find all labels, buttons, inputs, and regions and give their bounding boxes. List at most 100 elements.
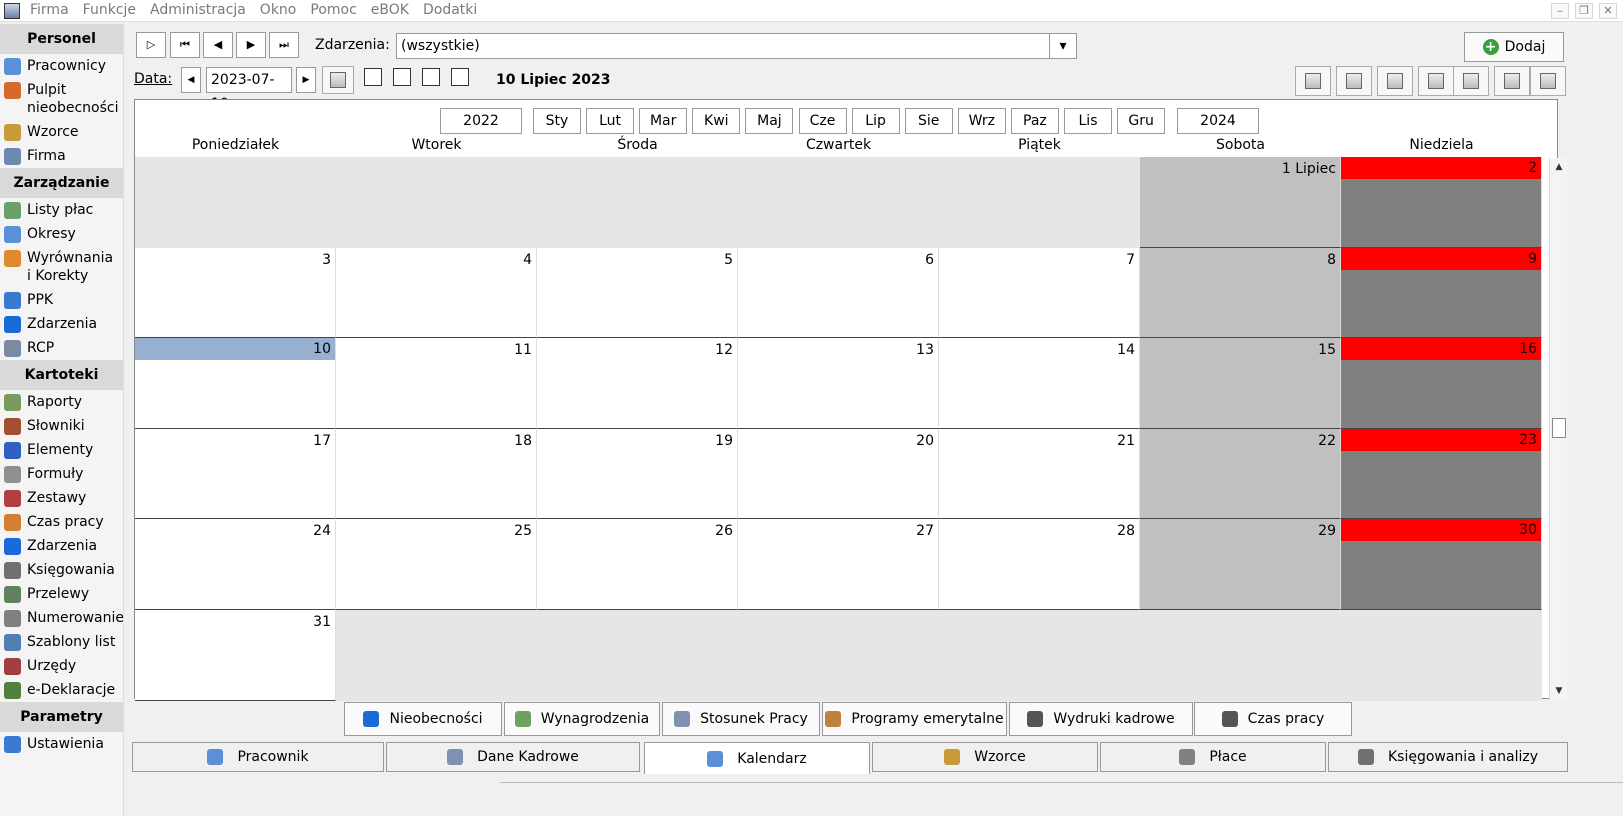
tool-calendar-button[interactable] [1295, 66, 1331, 96]
calendar-day-cell[interactable]: 30 [1341, 519, 1542, 610]
month-button[interactable]: Sie [904, 108, 953, 134]
month-button[interactable]: Lip [851, 108, 900, 134]
subtab-button[interactable]: Programy emerytalne [822, 702, 1007, 736]
month-button[interactable]: Cze [798, 108, 847, 134]
tool-edit-button[interactable] [1336, 66, 1372, 96]
calendar-day-cell[interactable]: 25 [336, 519, 537, 610]
minimize-icon[interactable]: ‒ [1551, 3, 1569, 19]
tab-0[interactable]: Pracownik [132, 742, 384, 772]
tool-search-button[interactable] [1377, 66, 1413, 96]
sidebar-item[interactable]: Wyrównania i Korekty [0, 246, 123, 288]
prev-button[interactable]: ◀ [203, 32, 233, 58]
sidebar-item[interactable]: Szablony list [0, 630, 123, 654]
calendar-day-cell[interactable]: 5 [537, 247, 738, 339]
events-select[interactable]: (wszystkie) [396, 33, 1050, 59]
calendar-day-cell[interactable]: 4 [336, 247, 537, 339]
month-button[interactable]: Maj [745, 108, 794, 134]
tab-2[interactable]: Kalendarz [644, 742, 870, 774]
calendar-scrollbar[interactable]: ▲ ▼ [1549, 158, 1567, 700]
calendar-day-cell[interactable]: 28 [939, 519, 1140, 610]
sidebar-item[interactable]: Okresy [0, 222, 123, 246]
calendar-day-cell[interactable]: 7 [939, 247, 1140, 339]
restore-icon[interactable]: ❐ [1575, 3, 1593, 19]
sidebar-item[interactable]: Formuły [0, 462, 123, 486]
month-view-icon[interactable] [422, 68, 440, 86]
subtab-button[interactable]: Wynagrodzenia [504, 702, 660, 736]
subtab-button[interactable]: Nieobecności [344, 702, 502, 736]
calendar-day-cell[interactable]: 18 [336, 428, 537, 520]
menu-4[interactable]: Pomoc [310, 2, 356, 18]
sidebar-item[interactable]: Słowniki [0, 414, 123, 438]
prev-year-button[interactable]: 2022 [440, 108, 522, 134]
calendar-day-cell[interactable]: 22 [1140, 428, 1341, 520]
sidebar-item[interactable]: Raporty [0, 390, 123, 414]
menu-3[interactable]: Okno [260, 2, 297, 18]
sidebar-item[interactable]: Zestawy [0, 486, 123, 510]
date-input[interactable]: 2023-07-10 [206, 67, 292, 112]
next-year-button[interactable]: 2024 [1177, 108, 1259, 134]
calendar-day-cell[interactable]: 8 [1140, 247, 1341, 339]
week-view-icon[interactable] [393, 68, 411, 86]
sidebar-item[interactable]: e-Deklaracje [0, 678, 123, 702]
sidebar-item[interactable]: Czas pracy [0, 510, 123, 534]
sidebar-item[interactable]: Przelewy [0, 582, 123, 606]
play-button[interactable]: ▷ [136, 32, 166, 58]
month-button[interactable]: Lis [1064, 108, 1112, 134]
sidebar-item[interactable]: Firma [0, 144, 123, 168]
tab-1[interactable]: Dane Kadrowe [386, 742, 640, 772]
sidebar-item[interactable]: Pracownicy [0, 54, 123, 78]
tab-4[interactable]: Płace [1100, 742, 1326, 772]
sidebar-item[interactable]: Numerowanie [0, 606, 123, 630]
sidebar-item[interactable]: Pulpit nieobecności [0, 78, 123, 120]
calendar-day-cell[interactable]: 21 [939, 428, 1140, 520]
date-next-button[interactable]: ▶ [296, 67, 316, 93]
calendar-day-cell[interactable]: 27 [738, 519, 939, 610]
list-view-icon[interactable] [451, 68, 469, 86]
tool-import-button[interactable] [1418, 66, 1454, 96]
month-button[interactable]: Kwi [692, 108, 741, 134]
month-button[interactable]: Lut [586, 108, 635, 134]
calendar-day-cell[interactable]: 26 [537, 519, 738, 610]
first-button[interactable]: ⏮ [170, 32, 200, 58]
add-button[interactable]: + Dodaj [1464, 32, 1564, 62]
sidebar-item[interactable]: Wzorce [0, 120, 123, 144]
sidebar-item[interactable]: Listy płac [0, 198, 123, 222]
calendar-picker-button[interactable] [322, 66, 354, 94]
next-button[interactable]: ▶ [236, 32, 266, 58]
month-button[interactable]: Gru [1117, 108, 1166, 134]
subtab-button[interactable]: Stosunek Pracy [662, 702, 820, 736]
calendar-day-cell[interactable]: 6 [738, 247, 939, 339]
events-dropdown-button[interactable]: ▾ [1049, 33, 1077, 59]
sidebar-item[interactable]: RCP [0, 336, 123, 360]
subtab-button[interactable]: Wydruki kadrowe [1009, 702, 1193, 736]
menu-5[interactable]: eBOK [371, 2, 409, 18]
menu-2[interactable]: Administracja [150, 2, 246, 18]
calendar-day-cell[interactable]: 20 [738, 428, 939, 520]
sidebar-item[interactable]: Księgowania [0, 558, 123, 582]
calendar-day-cell[interactable]: 31 [135, 610, 336, 701]
calendar-day-cell[interactable]: 3 [135, 247, 336, 339]
sidebar-item[interactable]: Zdarzenia [0, 534, 123, 558]
subtab-button[interactable]: Czas pracy [1194, 702, 1352, 736]
tab-3[interactable]: Wzorce [872, 742, 1098, 772]
calendar-day-cell[interactable]: 11 [336, 338, 537, 429]
month-button[interactable]: Mar [639, 108, 688, 134]
sidebar-item[interactable]: Urzędy [0, 654, 123, 678]
month-button[interactable]: Sty [533, 108, 581, 134]
calendar-day-cell[interactable]: 29 [1140, 519, 1341, 610]
calendar-day-cell[interactable]: 10 [135, 338, 336, 429]
tool-table-button[interactable] [1494, 66, 1530, 96]
calendar-day-cell[interactable]: 19 [537, 428, 738, 520]
calendar-day-cell[interactable]: 24 [135, 519, 336, 610]
calendar-day-cell[interactable]: 16 [1341, 338, 1542, 429]
sidebar-item[interactable]: PPK [0, 288, 123, 312]
tab-5[interactable]: Księgowania i analizy [1328, 742, 1568, 772]
calendar-day-cell[interactable]: 23 [1341, 428, 1542, 520]
month-button[interactable]: Paz [1010, 108, 1059, 134]
tool-export-button[interactable] [1453, 66, 1489, 96]
close-icon[interactable]: ✕ [1599, 3, 1617, 19]
day-view-icon[interactable] [364, 68, 382, 86]
menu-6[interactable]: Dodatki [423, 2, 477, 18]
month-button[interactable]: Wrz [957, 108, 1006, 134]
scrollbar-thumb[interactable] [1552, 418, 1566, 438]
